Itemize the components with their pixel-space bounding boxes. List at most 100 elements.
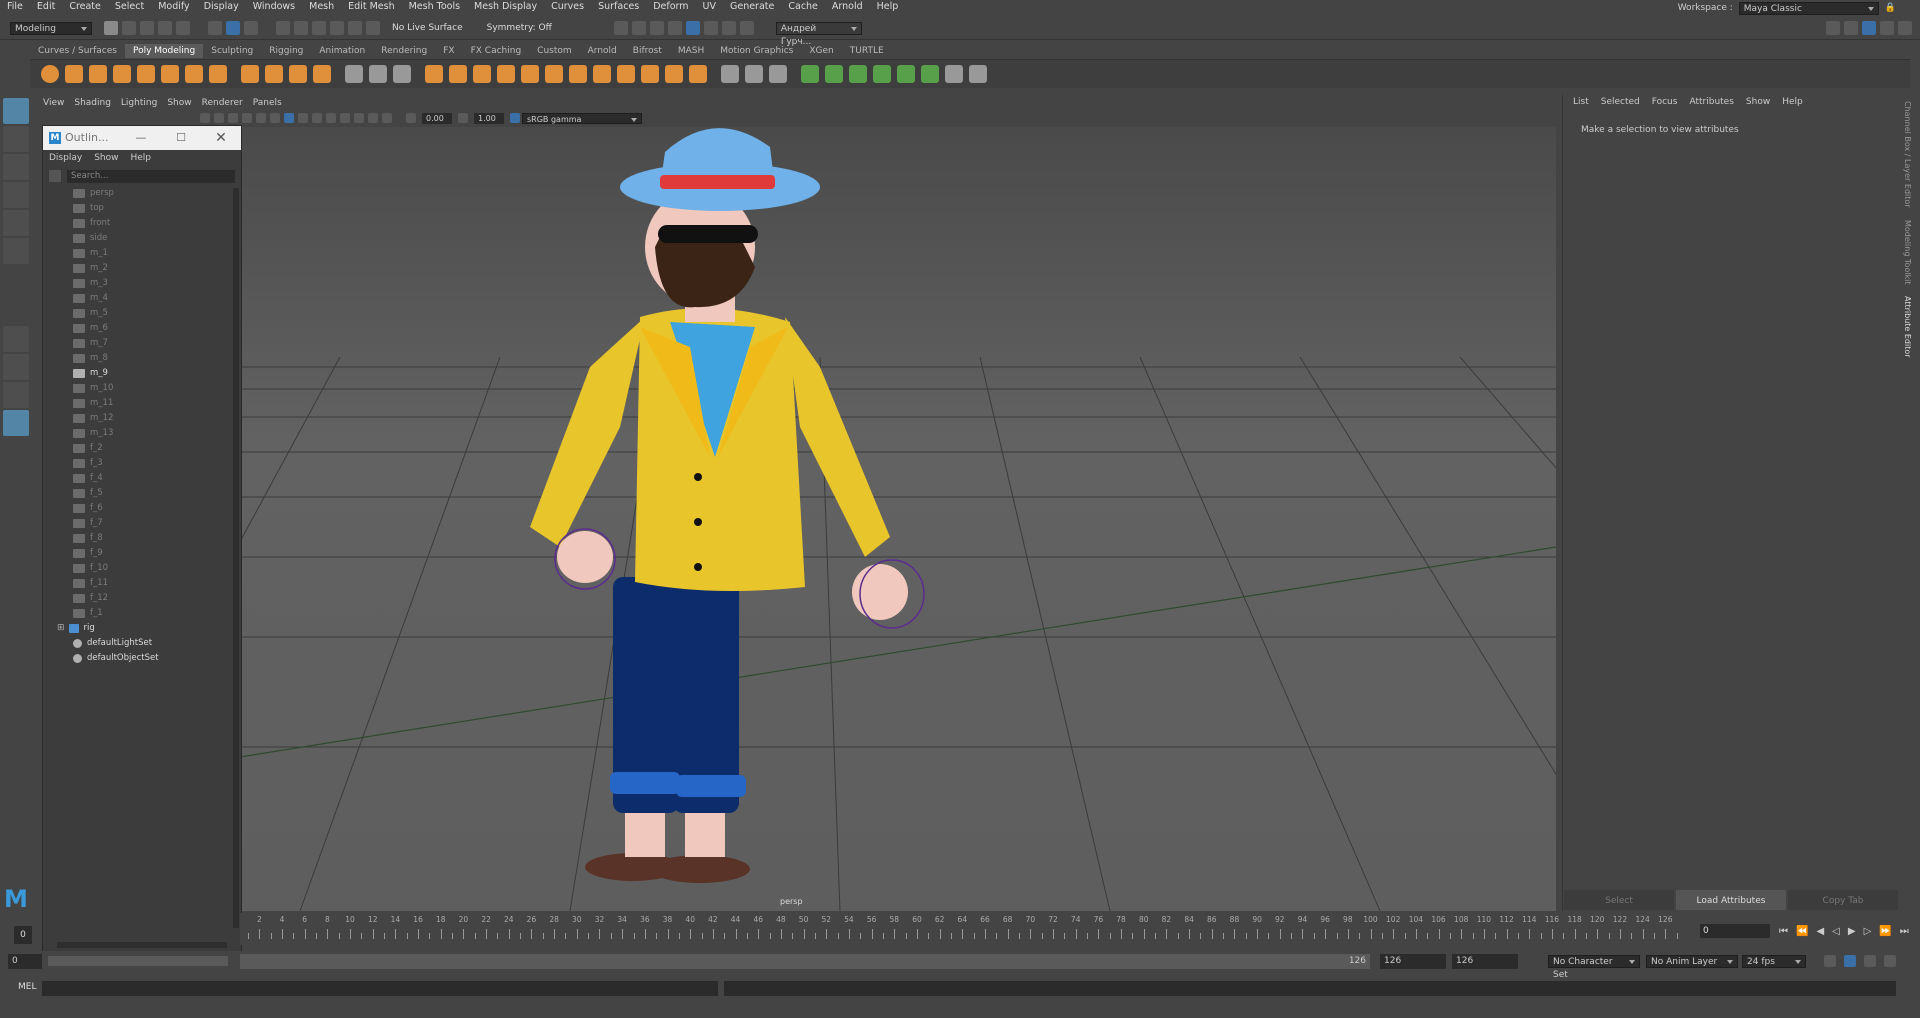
ambient-occlusion-icon[interactable] [340,113,350,123]
textured-icon[interactable] [298,113,308,123]
outliner-item[interactable]: persp [43,186,241,201]
menu-arnold[interactable]: Arnold [825,0,870,14]
new-scene-icon[interactable] [104,21,118,35]
fill-hole-icon[interactable] [521,65,539,83]
scale-tool-icon[interactable] [3,238,29,264]
outliner-item[interactable]: defaultLightSet [43,636,241,651]
attribute-menu-selected[interactable]: Selected [1595,95,1646,109]
tab-custom[interactable]: Custom [529,44,579,58]
tab-fx-caching[interactable]: FX Caching [463,44,530,58]
pause-icon[interactable] [739,21,754,35]
step-forward-key-icon[interactable]: ⏩ [1879,926,1891,937]
attribute-menu-focus[interactable]: Focus [1646,95,1684,109]
end-time-field[interactable]: 126 [1380,954,1446,969]
tab-fx[interactable]: FX [435,44,462,58]
play-forward-icon[interactable]: ▶ [1848,926,1856,937]
close-icon[interactable]: ✕ [201,126,241,150]
play-backward-icon[interactable]: ◁ [1832,926,1840,937]
select-component-icon[interactable] [244,21,258,35]
antialiasing-icon[interactable] [354,113,364,123]
layout-channel-icon[interactable] [1880,21,1894,35]
tab-xgen[interactable]: XGen [801,44,841,58]
tab-turtle[interactable]: TURTLE [842,44,892,58]
menu-mesh-tools[interactable]: Mesh Tools [402,0,467,14]
menu-edit-mesh[interactable]: Edit Mesh [341,0,401,14]
range-slider[interactable] [48,956,228,966]
attribute-menu-list[interactable]: List [1567,95,1595,109]
outliner-item[interactable]: f_8 [43,531,241,546]
lights-icon[interactable] [312,113,322,123]
playback-end-field[interactable]: 126 [1452,954,1518,969]
boolean-union-icon[interactable] [425,65,443,83]
outliner-titlebar[interactable]: M Outlin... — ☐ ✕ [43,126,241,150]
uv-automatic-icon[interactable] [873,65,891,83]
exposure-field[interactable]: 0.00 [422,112,452,124]
maximize-icon[interactable]: ☐ [161,126,201,150]
outliner-item[interactable]: m_6 [43,321,241,336]
menu-generate[interactable]: Generate [723,0,781,14]
uv-sew-icon[interactable] [969,65,987,83]
append-polygon-icon[interactable] [545,65,563,83]
live-surface-label[interactable]: No Live Surface [392,23,463,33]
viewport-menu-renderer[interactable]: Renderer [197,98,248,108]
auto-key-icon[interactable] [1844,955,1856,967]
tab-mash[interactable]: MASH [670,44,712,58]
poly-cylinder-icon[interactable] [89,65,107,83]
menu-surfaces[interactable]: Surfaces [591,0,646,14]
current-frame-field[interactable]: 0 [14,926,32,944]
outliner-item[interactable]: f_9 [43,546,241,561]
duplicate-face-icon[interactable] [617,65,635,83]
go-to-end-icon[interactable]: ⏭ [1900,926,1909,937]
viewport-menu-lighting[interactable]: Lighting [116,98,162,108]
viewport-menu-view[interactable]: View [38,98,69,108]
layout-toolkit-icon[interactable] [1898,21,1912,35]
select-tool-icon[interactable] [3,98,29,124]
shadows-icon[interactable] [326,113,336,123]
attribute-menu-help[interactable]: Help [1776,95,1809,109]
outliner-item[interactable]: f_7 [43,516,241,531]
poly-cube-icon[interactable] [65,65,83,83]
symmetry-label[interactable]: Symmetry: Off [487,23,552,33]
outliner-item[interactable]: f_11 [43,576,241,591]
outliner-scrollbar[interactable] [233,188,239,928]
outliner-item[interactable]: f_1 [43,606,241,621]
outliner-menu-display[interactable]: Display [43,153,88,163]
extrude-icon[interactable] [449,65,467,83]
step-back-frame-icon[interactable]: ◀ [1816,926,1824,937]
select-button[interactable]: Select [1564,890,1674,910]
uv-planar-icon[interactable] [801,65,819,83]
isolate-select-icon[interactable] [368,113,378,123]
film-gate-icon[interactable] [256,113,266,123]
tab-sculpting[interactable]: Sculpting [203,44,261,58]
menu-mesh[interactable]: Mesh [302,0,341,14]
move-tool-icon[interactable] [3,182,29,208]
tab-rendering[interactable]: Rendering [373,44,435,58]
construction-history-icon[interactable] [613,21,628,35]
menu-help[interactable]: Help [870,0,906,14]
outliner-item[interactable]: m_7 [43,336,241,351]
menu-display[interactable]: Display [197,0,246,14]
outliner-item[interactable]: m_8 [43,351,241,366]
uv-layout-icon[interactable] [921,65,939,83]
bridge-icon[interactable] [473,65,491,83]
xray-icon[interactable] [382,113,392,123]
lasso-tool-icon[interactable] [3,126,29,152]
super-shape-icon[interactable] [241,65,259,83]
command-language-label[interactable]: MEL [18,982,36,992]
outliner-item[interactable]: m_12 [43,411,241,426]
snap-point-icon[interactable] [312,21,326,35]
outliner-item[interactable]: defaultObjectSet [43,651,241,666]
range-slider-track[interactable]: 126 [240,954,1370,969]
hypershade-icon[interactable] [685,21,700,35]
outliner-hscrollbar[interactable] [57,942,227,948]
persp-outliner-layout-icon[interactable] [3,410,29,436]
outliner-item[interactable]: front [43,216,241,231]
menu-select[interactable]: Select [108,0,151,14]
mesh-smooth-icon[interactable] [393,65,411,83]
time-slider[interactable]: 2 4 6 8 10 12 14 16 18 20 22 24 26 28 30 32 34 36 38 40 42 44… [240,913,1695,945]
color-management-icon[interactable] [510,113,520,123]
undo-icon[interactable] [158,21,172,35]
filter-icon[interactable] [49,170,61,182]
outliner-item[interactable]: m_9 [43,366,241,381]
paint-select-tool-icon[interactable] [3,154,29,180]
